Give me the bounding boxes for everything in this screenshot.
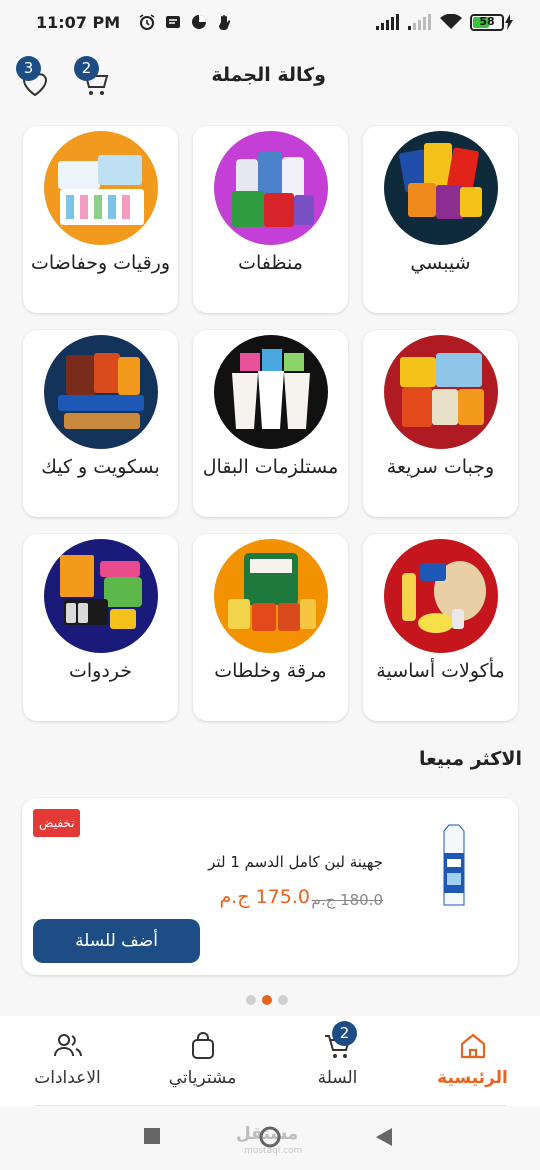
carousel-dot[interactable]	[278, 995, 288, 1005]
category-image	[44, 131, 158, 245]
category-image	[44, 335, 158, 449]
category-label: خردوات	[68, 660, 133, 682]
nav-divider	[34, 1105, 506, 1106]
nav-item-purchases[interactable]: مشترياتي	[135, 1016, 270, 1106]
stock-cubes-icon	[228, 553, 316, 631]
nav-cart-badge: 2	[332, 1021, 357, 1046]
wifi-icon	[440, 14, 462, 29]
category-label: مستلزمات البقال	[202, 456, 339, 478]
category-card-detergents[interactable]: منظفات	[193, 126, 348, 313]
shopping-bag-icon	[191, 1032, 214, 1059]
detergent-bottles-icon	[232, 151, 314, 227]
best-sellers-title: الاكثر مبيعا	[418, 748, 522, 770]
status-left: 11:07 PM	[36, 13, 234, 32]
add-to-cart-button[interactable]: أضف للسلة	[33, 919, 200, 963]
nav-item-home[interactable]: الرئيسية	[405, 1016, 540, 1106]
signal-2-icon	[408, 14, 431, 30]
status-right: 58	[376, 13, 514, 31]
recents-icon[interactable]	[144, 1128, 160, 1144]
category-card-grocer-supplies[interactable]: مستلزمات البقال	[193, 330, 348, 517]
message-icon	[166, 16, 181, 28]
battery-level: 58	[479, 14, 495, 28]
tissue-boxes-icon	[58, 155, 144, 225]
category-card-fast-meals[interactable]: وجبات سريعة	[363, 330, 518, 517]
nav-item-cart[interactable]: 2 السلة	[270, 1016, 405, 1106]
paper-cups-icon	[232, 349, 310, 429]
page-title: وكالة الجملة	[211, 64, 326, 86]
category-image	[384, 335, 498, 449]
category-card-biscuits-cake[interactable]: بسكويت و كيك	[23, 330, 178, 517]
category-label: منظفات	[238, 252, 303, 274]
hardware-items-icon	[60, 555, 142, 629]
hand-icon	[219, 15, 231, 31]
category-label: شيبسي	[410, 252, 471, 274]
category-image	[214, 539, 328, 653]
product-card[interactable]: تخفيض جهينة لبن كامل الدسم 1 لتر 180.0 ج…	[22, 798, 518, 975]
category-grid: شيبسي منظفات ورقيات وحفاضات وجبات سريعة …	[22, 126, 518, 721]
product-new-price: 175.0 ج.م	[219, 886, 310, 908]
category-image	[44, 539, 158, 653]
product-old-price: 180.0 ج.م	[311, 891, 383, 909]
category-card-staples[interactable]: مأكولات أساسية	[363, 534, 518, 721]
category-label: مرقة وخلطات	[214, 660, 327, 682]
category-card-hardware[interactable]: خردوات	[23, 534, 178, 721]
fast-meals-icon	[400, 353, 484, 427]
cart-badge: 2	[74, 56, 99, 81]
app-screen: 11:07 PM 58 3 2 وكالة الجملة شيبسي منظفا…	[0, 0, 540, 1170]
category-card-stock-mixes[interactable]: مرقة وخلطات	[193, 534, 348, 721]
nav-label-settings: الاعدادات	[34, 1068, 101, 1088]
system-nav-bar: مستقل mostaql.com	[0, 1110, 540, 1170]
carousel-dots	[246, 995, 288, 1005]
nav-label-home: الرئيسية	[437, 1068, 508, 1088]
users-icon	[53, 1034, 82, 1057]
home-button-icon[interactable]	[259, 1126, 281, 1148]
discount-badge: تخفيض	[33, 809, 81, 837]
category-image	[384, 539, 498, 653]
nav-label-cart: السلة	[317, 1068, 358, 1088]
category-label: مأكولات أساسية	[376, 660, 505, 682]
app-header: 3 2 وكالة الجملة	[0, 50, 540, 106]
favorites-badge: 3	[16, 56, 41, 81]
category-image	[214, 335, 328, 449]
charging-icon	[505, 14, 513, 30]
category-image	[214, 131, 328, 245]
biscuits-icon	[58, 353, 144, 429]
milk-carton-image	[443, 824, 465, 906]
carousel-dot[interactable]	[246, 995, 256, 1005]
status-time: 11:07 PM	[36, 12, 121, 32]
bottom-nav: الرئيسية 2 السلة مشترياتي الاعدادات	[0, 1016, 540, 1106]
home-icon	[460, 1033, 485, 1059]
category-card-chips[interactable]: شيبسي	[363, 126, 518, 313]
staple-foods-icon	[402, 561, 486, 633]
category-label: وجبات سريعة	[386, 456, 495, 478]
category-card-paper-diapers[interactable]: ورقيات وحفاضات	[23, 126, 178, 313]
status-bar: 11:07 PM 58	[0, 0, 540, 44]
battery-indicator: 58	[470, 13, 514, 31]
category-image	[384, 131, 498, 245]
nav-item-settings[interactable]: الاعدادات	[0, 1016, 135, 1106]
product-name: جهينة لبن كامل الدسم 1 لتر	[208, 853, 383, 871]
category-label: ورقيات وحفاضات	[30, 252, 170, 274]
alarm-icon	[139, 14, 155, 30]
data-saver-icon	[192, 15, 207, 29]
back-icon[interactable]	[376, 1128, 392, 1146]
signal-icon	[376, 14, 399, 30]
category-label: بسكويت و كيك	[41, 456, 160, 478]
carousel-dot-active[interactable]	[262, 995, 272, 1005]
nav-label-purchases: مشترياتي	[168, 1068, 237, 1088]
chips-bags-icon	[399, 143, 482, 219]
